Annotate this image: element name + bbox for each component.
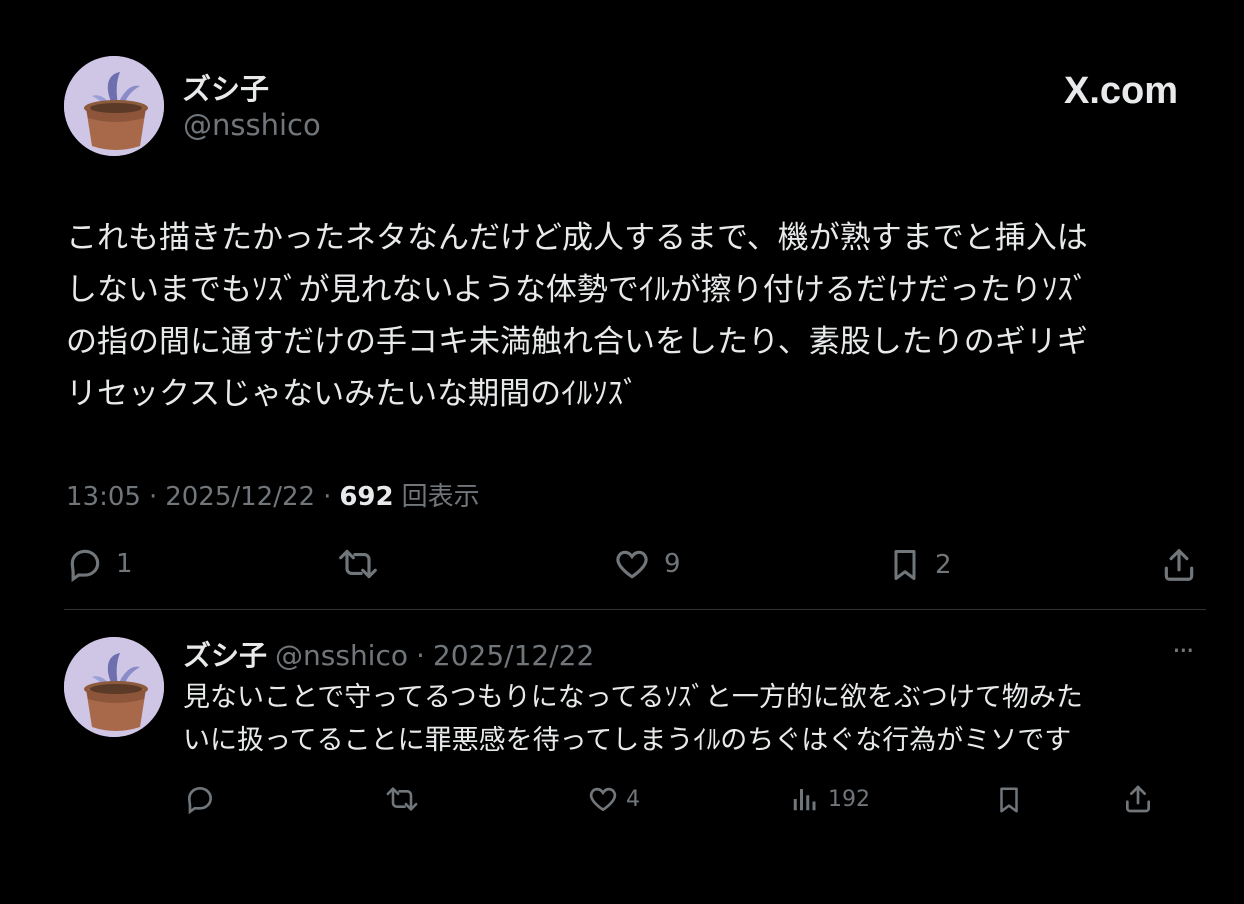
bookmark-count: 2	[935, 550, 952, 580]
x-watermark: X.com	[1064, 70, 1179, 112]
bookmark-icon	[1000, 787, 1018, 813]
bookmark-button[interactable]: 2	[887, 545, 952, 585]
reply-like-count: 4	[626, 786, 640, 812]
meta-separator: ·	[323, 482, 332, 512]
tweet-text-line: これも描きたかったネタなんだけど成人するまで、機が熟すまでと挿入は	[66, 220, 1088, 256]
retweet-icon	[339, 549, 377, 579]
tweet-meta: 13:05 · 2025/12/22 · 692 回表示	[66, 476, 480, 513]
reply-reply-button[interactable]	[184, 783, 224, 815]
tweet-text-line: リセックスじゃないみたいな期間のｲﾙｿｽﾞ	[66, 376, 639, 412]
views-icon	[793, 789, 816, 811]
share-button[interactable]	[1160, 545, 1198, 585]
like-button[interactable]: 9	[612, 545, 681, 583]
reply-button[interactable]: 1	[66, 545, 133, 583]
like-count: 9	[664, 549, 681, 579]
reply-icon	[70, 549, 100, 583]
share-icon	[1164, 549, 1194, 581]
tweet-text: これも描きたかったネタなんだけど成人するまで、機が熟すまでと挿入は しないまでも…	[66, 212, 1196, 420]
heart-icon	[589, 787, 617, 812]
reply-separator: ·	[416, 639, 425, 672]
avatar[interactable]	[64, 56, 164, 156]
reply-share-button[interactable]	[1122, 782, 1154, 816]
reply-like-button[interactable]: 4	[586, 783, 640, 815]
reply-avatar[interactable]	[64, 637, 164, 737]
meta-separator: ·	[148, 482, 158, 512]
reply-views-button[interactable]: 192	[790, 783, 870, 815]
display-name[interactable]: ズシ子	[182, 66, 269, 108]
user-handle[interactable]: @nsshico	[183, 108, 321, 142]
reply-icon	[187, 786, 213, 815]
divider	[64, 609, 1206, 610]
retweet-icon	[386, 787, 418, 811]
reply-text-line: いに扱ってることに罪悪感を待ってしまうｲﾙのちぐはぐな行為がミソです	[183, 725, 1072, 756]
view-count: 692	[339, 482, 394, 512]
reply-display-name[interactable]: ズシ子	[183, 634, 267, 674]
reply-count: 1	[116, 549, 133, 579]
pot-plant-icon	[64, 637, 164, 737]
reply-view-count: 192	[828, 786, 870, 812]
bookmark-icon	[894, 550, 916, 580]
tweet-date[interactable]: 2025/12/22	[165, 482, 315, 512]
reply-handle[interactable]: @nsshico	[275, 639, 408, 672]
share-icon	[1126, 785, 1150, 813]
tweet-time[interactable]: 13:05	[66, 482, 141, 512]
retweet-button[interactable]	[336, 545, 392, 583]
reply-header: ズシ子 @nsshico · 2025/12/22	[183, 634, 594, 674]
heart-icon	[616, 550, 648, 579]
tweet-text-line: しないまでもｿｽﾞが見れないような体勢でｲﾙが擦り付けるだけだったりｿｽﾞ	[66, 272, 1089, 308]
reply-retweet-button[interactable]	[384, 783, 428, 815]
more-icon[interactable]: ···	[1172, 634, 1195, 667]
reply-text: 見ないことで守ってるつもりになってるｿｽﾞと一方的に欲をぶつけて物みた いに扱っ…	[183, 676, 1203, 762]
reply-bookmark-button[interactable]	[994, 783, 1024, 817]
tweet-text-line: の指の間に通すだけの手コキ未満触れ合いをしたり、素股したりのギリギ	[66, 324, 1088, 360]
reply-date[interactable]: 2025/12/22	[433, 639, 594, 672]
pot-plant-icon	[64, 56, 164, 156]
view-label: 回表示	[401, 482, 480, 512]
reply-text-line: 見ないことで守ってるつもりになってるｿｽﾞと一方的に欲をぶつけて物みた	[183, 682, 1083, 713]
